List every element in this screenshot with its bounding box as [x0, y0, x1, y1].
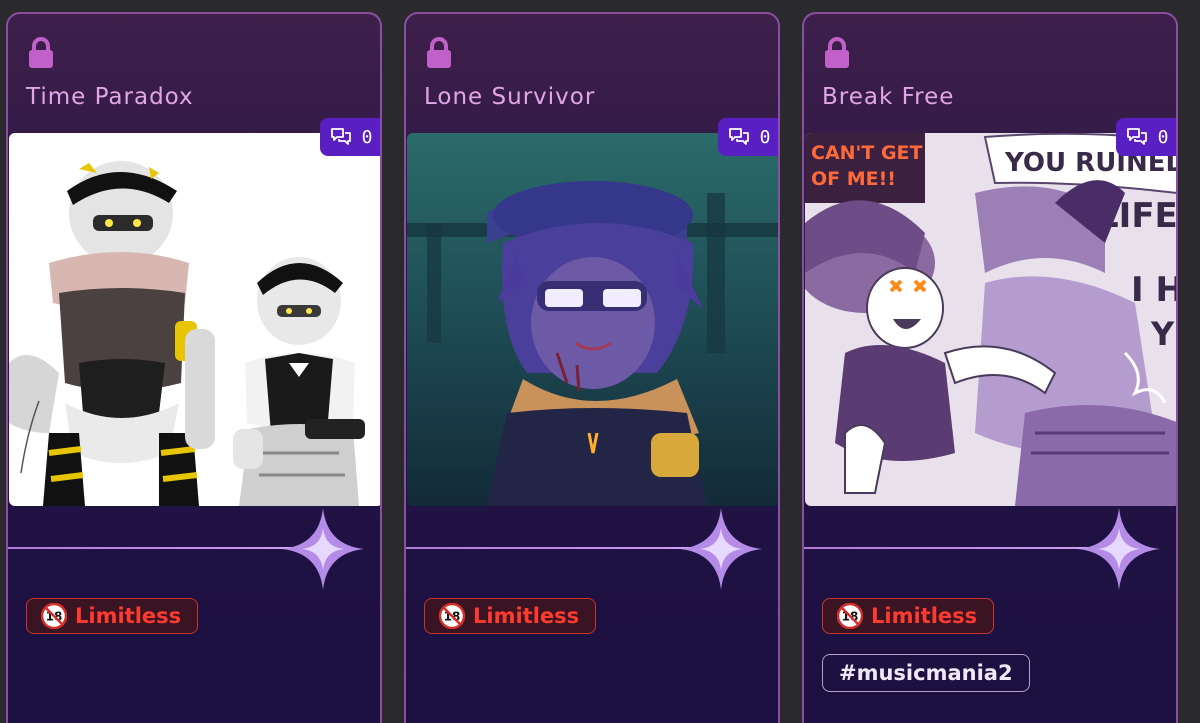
artwork-image[interactable]: [407, 133, 778, 506]
limitless-tag[interactable]: 18 Limitless: [26, 598, 199, 634]
artwork-card[interactable]: Lone Survivor 0 Limitless: [404, 12, 780, 723]
artwork-card[interactable]: Time Paradox 0 Limitless: [6, 12, 382, 723]
limitless-label: Limitless: [871, 604, 978, 628]
comment-count: 0: [1157, 126, 1169, 148]
comment-badge[interactable]: 0: [1116, 118, 1176, 156]
comment-badge[interactable]: 0: [320, 118, 380, 156]
limitless-label: Limitless: [75, 604, 182, 628]
comment-icon: [728, 128, 749, 145]
card-title[interactable]: Time Paradox: [26, 84, 194, 110]
sparkle-icon: [282, 508, 364, 590]
nsfw-18-icon: 18: [439, 603, 465, 629]
sparkle-icon: [1078, 508, 1160, 590]
nsfw-18-icon: 18: [837, 603, 863, 629]
artwork-grid: Time Paradox 0 Limitless Lone Survivor 0…: [0, 0, 1200, 723]
lock-icon: [825, 37, 849, 68]
comment-count: 0: [759, 126, 771, 148]
limitless-label: Limitless: [473, 604, 580, 628]
comment-count: 0: [361, 126, 373, 148]
limitless-tag[interactable]: 18 Limitless: [424, 598, 597, 634]
nsfw-18-icon: 18: [41, 603, 67, 629]
lock-icon: [29, 37, 53, 68]
hashtag-tag[interactable]: #musicmania2: [822, 654, 1030, 692]
limitless-tag[interactable]: 18 Limitless: [822, 598, 995, 634]
artwork-caption: CAN'T GET: [811, 142, 923, 164]
artwork-caption: I H: [1131, 270, 1178, 310]
card-title[interactable]: Break Free: [822, 84, 954, 110]
sparkle-icon: [680, 508, 762, 590]
artwork-caption: Y: [1150, 315, 1175, 353]
comment-icon: [1126, 128, 1147, 145]
artwork-image[interactable]: CAN'T GET OF ME!! YOU RUINED LIFE I H Y: [805, 133, 1178, 506]
comment-badge[interactable]: 0: [718, 118, 778, 156]
artwork-card[interactable]: Break Free 0 CAN'T GET OF ME!! YOU RUINE…: [802, 12, 1178, 723]
lock-icon: [427, 37, 451, 68]
artwork-caption: OF ME!!: [811, 168, 896, 190]
comment-icon: [330, 128, 351, 145]
artwork-image[interactable]: [9, 133, 380, 506]
card-title[interactable]: Lone Survivor: [424, 84, 595, 110]
